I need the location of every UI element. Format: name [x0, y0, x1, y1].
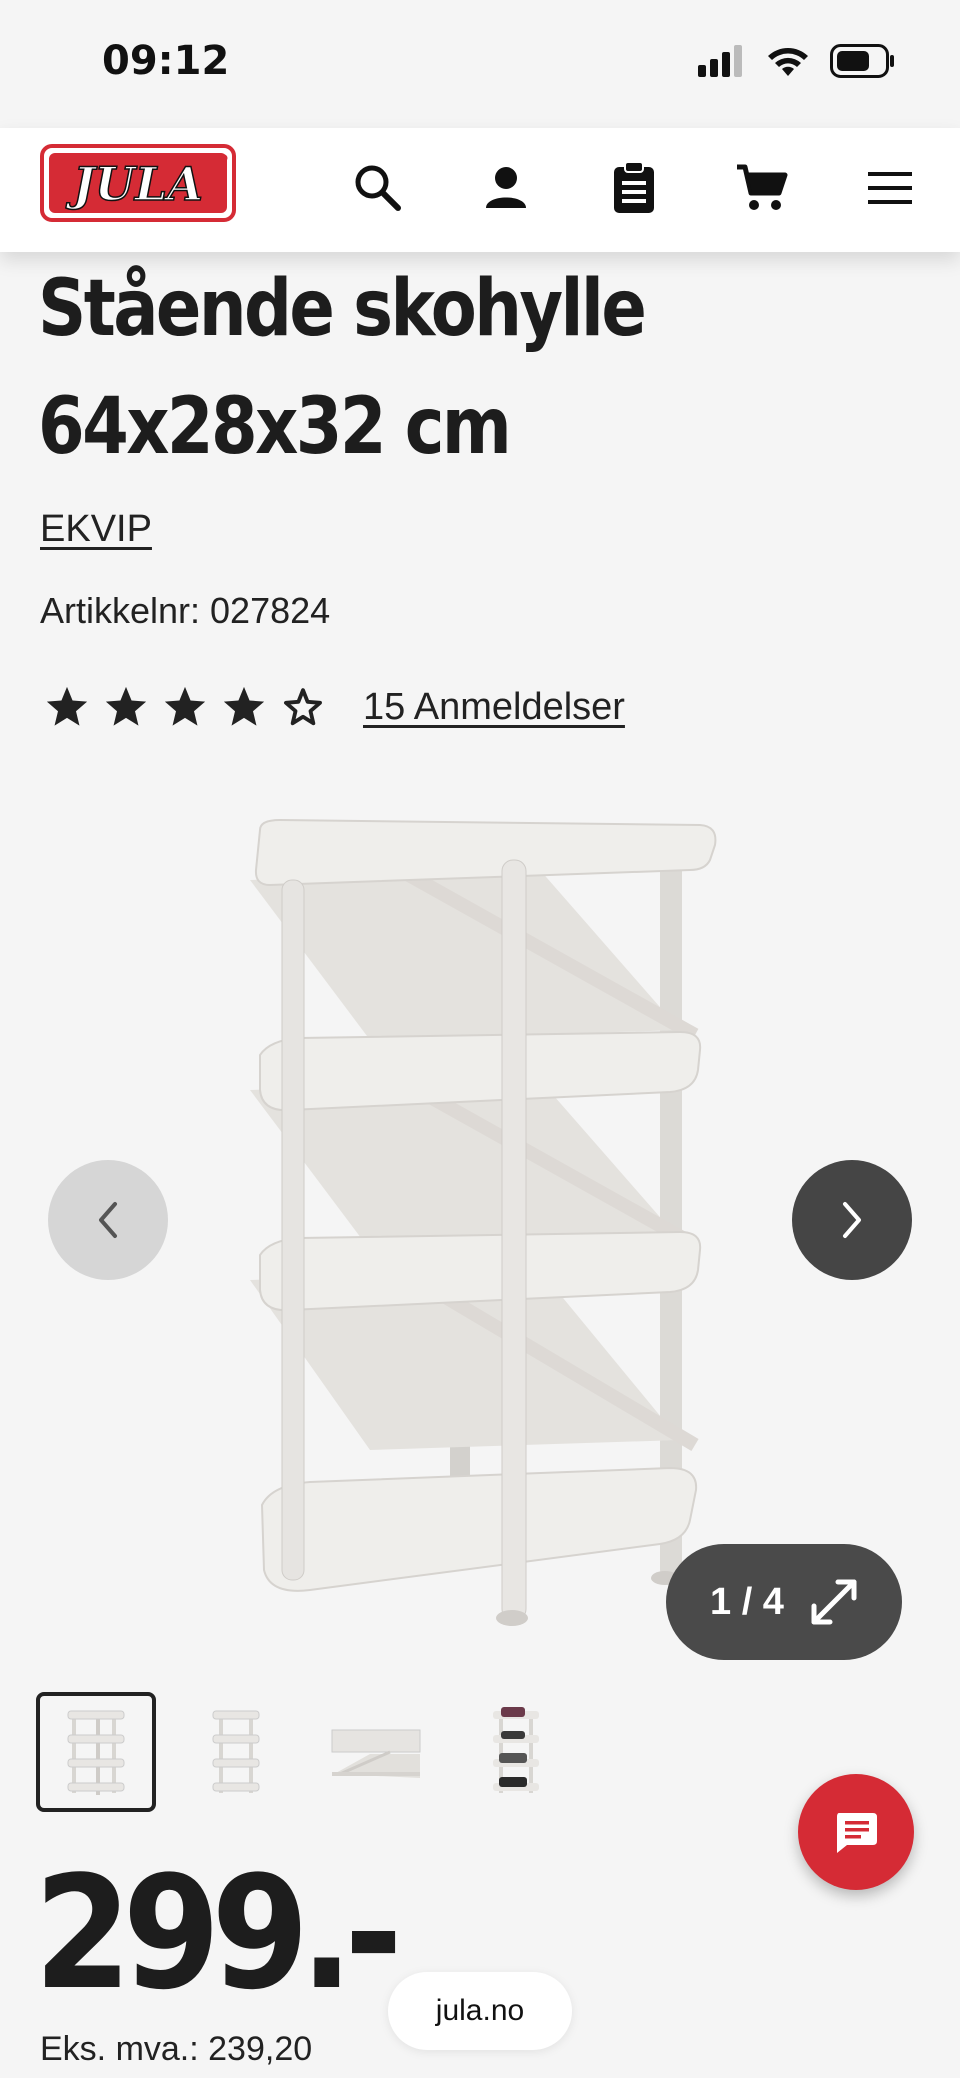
account-icon[interactable] — [476, 158, 536, 218]
status-icons — [698, 44, 896, 78]
price: 299.- — [34, 1842, 403, 2024]
thumbnail-strip — [36, 1692, 576, 1812]
star-empty-icon — [284, 688, 322, 726]
jula-logo[interactable]: JULA — [40, 144, 236, 222]
menu-icon[interactable] — [860, 158, 920, 218]
product-title-line1: Stående skohylle — [38, 264, 647, 354]
battery-icon — [830, 44, 894, 78]
price-ex-vat: Eks. mva.: 239,20 — [40, 2030, 313, 2068]
cart-icon[interactable] — [732, 158, 792, 218]
status-bar: 09:12 — [0, 0, 960, 128]
thumbnail-4[interactable] — [456, 1692, 576, 1812]
gallery-next-button[interactable] — [792, 1160, 912, 1280]
brand-link[interactable]: EKVIP — [40, 508, 152, 551]
thumbnail-1[interactable] — [36, 1692, 156, 1812]
signal-icon — [698, 45, 742, 77]
gallery-counter: 1 / 4 — [710, 1580, 784, 1623]
status-time: 09:12 — [102, 38, 230, 84]
article-number: Artikkelnr: 027824 — [40, 590, 330, 632]
product-image[interactable] — [240, 800, 720, 1630]
star-filled-icon — [46, 686, 88, 726]
gallery-fullscreen-button[interactable]: 1 / 4 — [666, 1544, 902, 1660]
article-number-label: Artikkelnr: — [40, 590, 201, 631]
chat-icon — [837, 1813, 877, 1853]
wifi-icon — [768, 48, 808, 76]
reviews-link[interactable]: 15 Anmeldelser — [363, 686, 625, 729]
site-header: JULA — [0, 128, 960, 252]
chat-button[interactable] — [798, 1774, 914, 1890]
product-title: Stående skohylle 64x28x32 cm — [38, 250, 795, 486]
search-icon[interactable] — [348, 158, 408, 218]
thumbnail-2[interactable] — [176, 1692, 296, 1812]
browser-url-pill[interactable]: jula.no — [388, 1972, 572, 2050]
chevron-left-icon — [99, 1202, 117, 1238]
star-filled-icon — [164, 686, 206, 726]
star-filled-icon — [105, 686, 147, 726]
product-title-line2: 64x28x32 cm — [38, 382, 512, 472]
article-number-value: 027824 — [210, 590, 331, 631]
thumbnail-3[interactable] — [316, 1692, 436, 1812]
gallery-prev-button[interactable] — [48, 1160, 168, 1280]
chevron-right-icon — [843, 1202, 861, 1238]
expand-icon — [811, 1579, 857, 1625]
svg-text:JULA: JULA — [65, 157, 203, 211]
rating: 15 Anmeldelser — [44, 684, 625, 730]
shopping-list-icon[interactable] — [604, 158, 664, 218]
star-filled-icon — [223, 686, 265, 726]
